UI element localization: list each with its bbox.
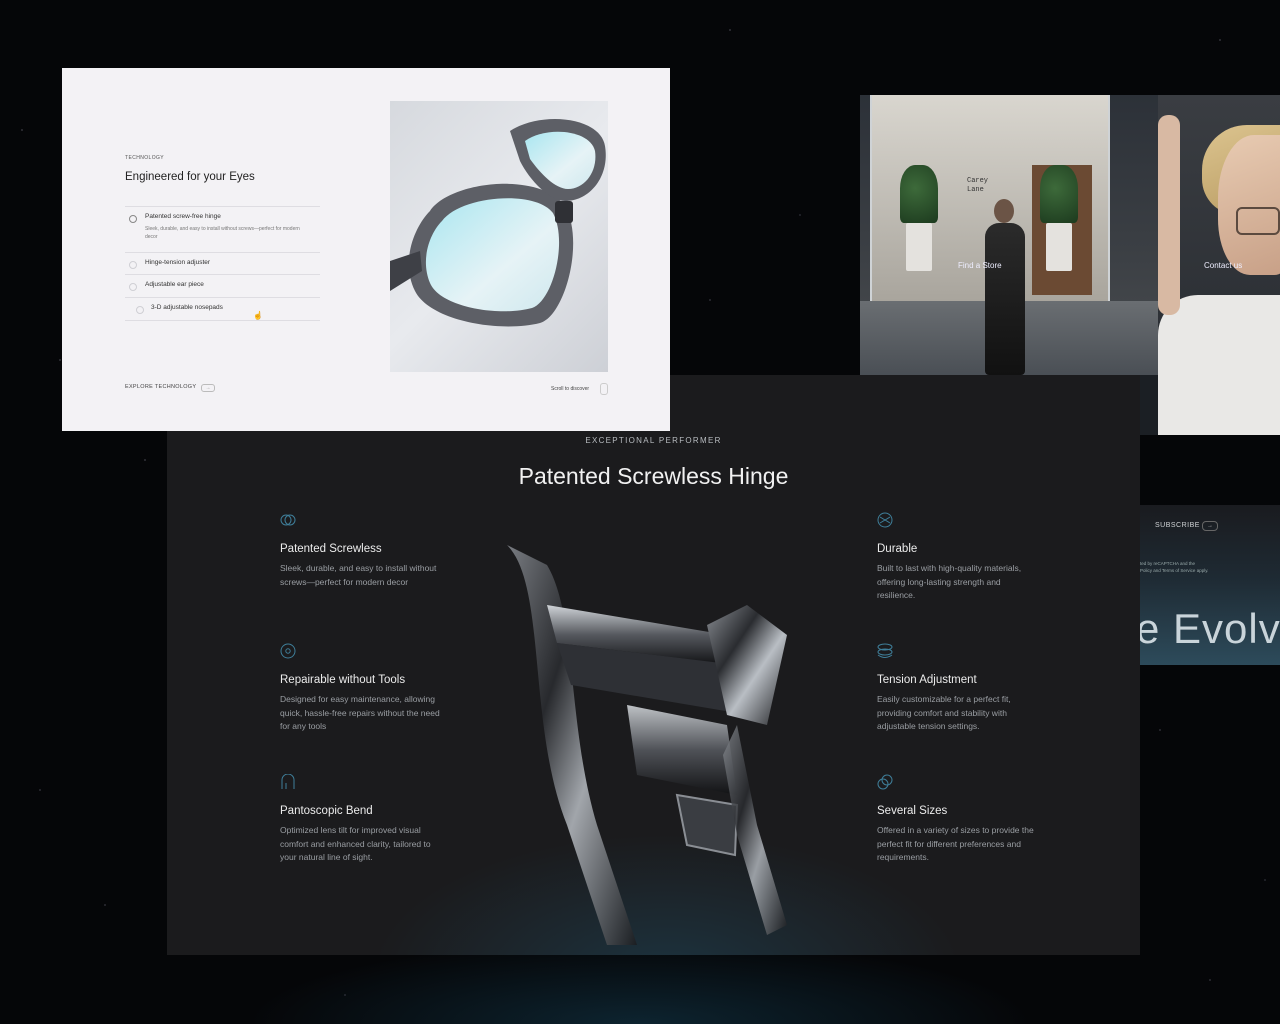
explore-arrow-icon[interactable]: →	[201, 384, 215, 392]
accordion-desc: Sleek, durable, and easy to install with…	[145, 226, 300, 240]
durable-icon	[877, 512, 893, 528]
subscribe-strip: SUBSCRIBE → ted by reCAPTCHA and the Pol…	[1140, 505, 1280, 665]
model-photo[interactable]: Contact us	[1158, 95, 1280, 435]
feature-desc: Offered in a variety of sizes to provide…	[877, 825, 1034, 862]
store-photo[interactable]: Carey Lane Find a Store	[860, 95, 1158, 375]
hinge-render	[507, 545, 787, 945]
pot-left	[906, 223, 932, 271]
accordion-label: 3-D adjustable nosepads	[151, 304, 223, 311]
accordion-label: Hinge-tension adjuster	[145, 259, 211, 266]
feature-tension: Tension Adjustment Easily customizable f…	[877, 643, 1037, 734]
technology-title: Engineered for your Eyes	[125, 171, 255, 183]
screwless-icon	[280, 514, 296, 526]
feature-sizes: Several Sizes Offered in a variety of si…	[877, 774, 1037, 865]
plant-right	[1040, 165, 1078, 223]
glasses-photo	[390, 101, 608, 372]
feature-pantoscopic: Pantoscopic Bend Optimized lens tilt for…	[280, 773, 440, 865]
section-eyebrow: EXCEPTIONAL PERFORMER	[585, 436, 722, 445]
feature-patented-screwless: Patented Screwless Sleek, durable, and e…	[280, 512, 440, 589]
tension-icon	[877, 643, 893, 658]
radio-icon	[129, 283, 137, 291]
accordion-item-ear[interactable]: Adjustable ear piece	[125, 274, 320, 297]
sizes-icon	[877, 774, 893, 790]
subscribe-button[interactable]: SUBSCRIBE	[1155, 522, 1200, 529]
plant-left	[900, 165, 938, 223]
feature-repairable: Repairable without Tools Designed for ea…	[280, 643, 440, 734]
feature-title: Tension Adjustment	[877, 674, 977, 686]
accordion-item-tension[interactable]: Hinge-tension adjuster	[125, 252, 320, 275]
feature-title: Several Sizes	[877, 805, 948, 817]
feature-title: Durable	[877, 543, 918, 555]
recaptcha-line1: ted by reCAPTCHA and the	[1140, 561, 1196, 566]
pointer-cursor-icon: ☝	[253, 311, 263, 320]
explore-technology-link[interactable]: EXPLORE TECHNOLOGY	[125, 384, 196, 390]
glasses-on-model	[1236, 207, 1280, 235]
feature-durable: Durable Built to last with high-quality …	[877, 512, 1037, 603]
tools-icon	[280, 643, 296, 659]
accordion-label: Adjustable ear piece	[145, 281, 204, 288]
section-title: Patented Screwless Hinge	[518, 463, 789, 489]
glasses-illustration	[390, 119, 606, 327]
feature-desc: Optimized lens tilt for improved visual …	[280, 825, 431, 862]
feature-desc: Easily customizable for a perfect fit, p…	[877, 694, 1011, 731]
feature-desc: Designed for easy maintenance, allowing …	[280, 694, 440, 731]
recaptcha-notice: ted by reCAPTCHA and the Policy and Term…	[1140, 560, 1208, 574]
accordion-item-nosepads[interactable]: 3-D adjustable nosepads	[125, 297, 320, 321]
bend-icon	[281, 773, 295, 789]
feature-desc: Sleek, durable, and easy to install with…	[280, 563, 437, 587]
technology-eyebrow: TECHNOLOGY	[125, 155, 165, 161]
radio-icon	[136, 306, 144, 314]
scroll-hint: Scroll to discover	[551, 386, 590, 392]
feature-desc: Built to last with high-quality material…	[877, 563, 1022, 600]
subscribe-arrow-icon[interactable]: →	[1202, 521, 1218, 531]
radio-icon	[129, 215, 137, 223]
pot-right	[1046, 223, 1072, 271]
screwless-hinge-section: EXCEPTIONAL PERFORMER Patented Screwless…	[167, 375, 1140, 955]
find-store-link[interactable]: Find a Store	[958, 261, 1002, 270]
walking-person	[985, 199, 1025, 375]
radio-icon	[129, 261, 137, 269]
contact-link[interactable]: Contact us	[1204, 261, 1242, 270]
accordion-item-hinge[interactable]: Patented screw-free hinge Sleek, durable…	[125, 206, 320, 253]
technology-panel: TECHNOLOGY Engineered for your Eyes Pate…	[62, 68, 670, 431]
feature-title: Pantoscopic Bend	[280, 805, 373, 817]
feature-title: Patented Screwless	[280, 543, 382, 555]
evolve-heading: e Evolv	[1140, 605, 1280, 652]
feature-title: Repairable without Tools	[280, 674, 406, 686]
scroll-mouse-icon	[600, 383, 608, 395]
recaptcha-line2[interactable]: Policy and Terms of Service apply.	[1140, 568, 1208, 573]
accordion-label: Patented screw-free hinge	[145, 213, 221, 220]
